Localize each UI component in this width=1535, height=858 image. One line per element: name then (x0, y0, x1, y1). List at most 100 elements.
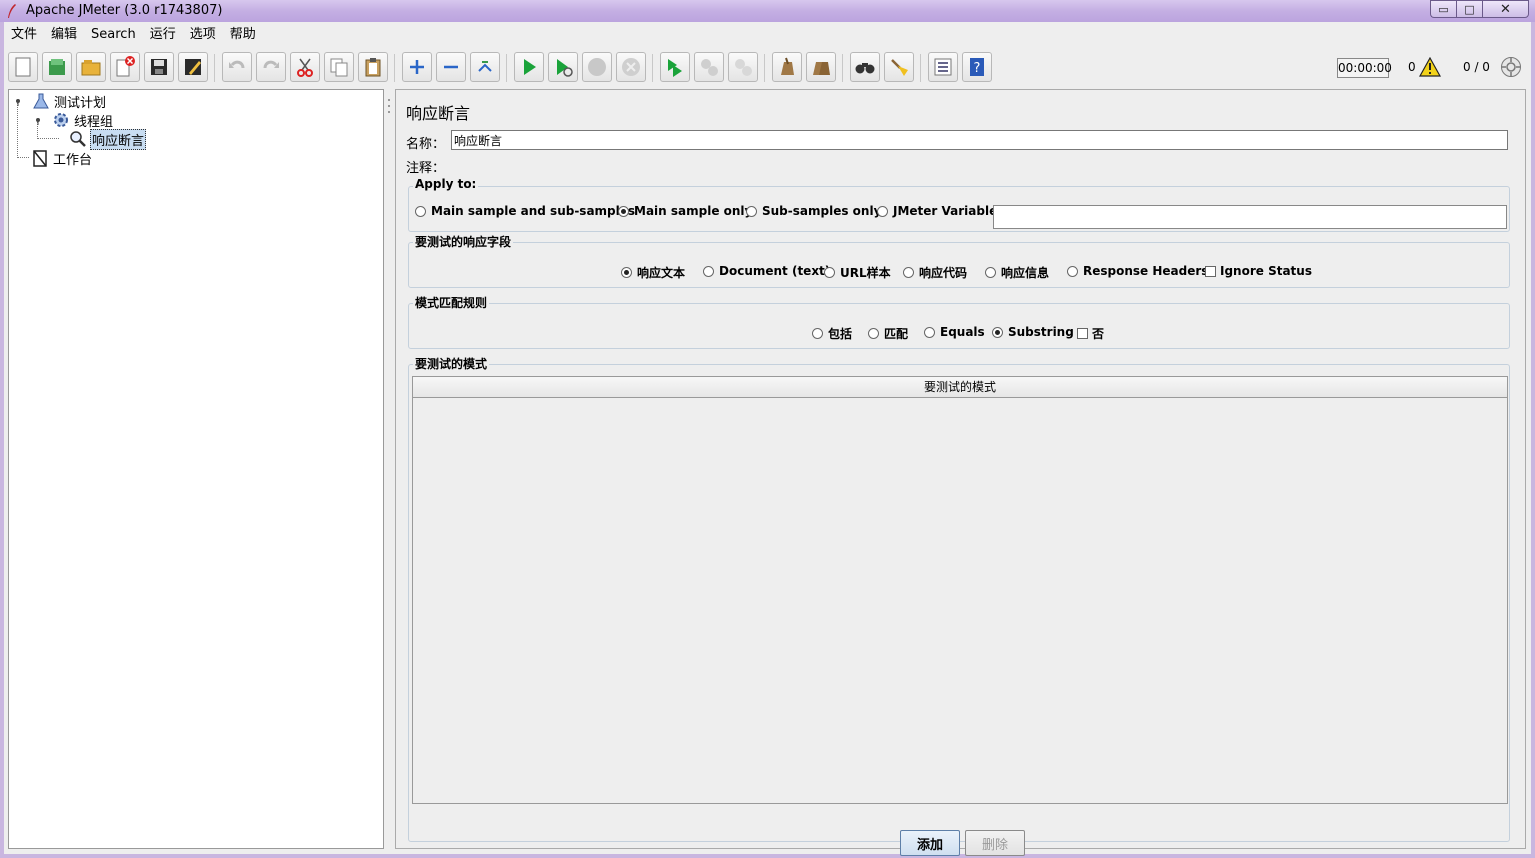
save-as-icon (185, 59, 201, 75)
tree-node-response-assertion[interactable]: 响应断言 (69, 128, 147, 150)
remote-start-icon (668, 59, 682, 77)
radio-label: Substring (1008, 325, 1074, 339)
checkbox-indicator (1077, 328, 1088, 339)
field-response-headers-radio[interactable]: Response Headers (1067, 264, 1208, 278)
menu-run[interactable]: 运行 (143, 24, 183, 46)
name-field[interactable]: 响应断言 (451, 130, 1508, 150)
splitter-grip (388, 105, 390, 107)
expand-all-button[interactable] (402, 52, 432, 82)
help-button[interactable]: ? (962, 52, 992, 82)
jmeter-variable-input[interactable] (993, 205, 1507, 229)
radio-label: Response Headers (1083, 264, 1209, 278)
tree-node-workbench[interactable]: 工作台 (31, 149, 93, 168)
radio-label: URL样本 (840, 266, 891, 280)
rule-not-checkbox[interactable]: 否 (1077, 325, 1104, 342)
search-button[interactable] (850, 52, 880, 82)
toggle-button[interactable] (470, 52, 500, 82)
start-button[interactable] (514, 52, 544, 82)
patterns-title: 要测试的模式 (413, 355, 490, 372)
function-helper-button[interactable] (928, 52, 958, 82)
test-plan-tree: 测试计划 线程组 响应断言 工作台 (8, 89, 384, 849)
radio-label: Main sample and sub-samples (431, 204, 636, 218)
undo-button[interactable] (222, 52, 252, 82)
menu-file[interactable]: 文件 (4, 24, 44, 46)
rule-matches-radio[interactable]: 匹配 (868, 325, 908, 342)
field-document-radio[interactable]: Document (text) (703, 264, 830, 278)
radio-indicator (415, 205, 426, 217)
copy-button[interactable] (324, 52, 354, 82)
delete-pattern-button[interactable]: 删除 (965, 830, 1025, 856)
start-no-pause-button[interactable] (548, 52, 578, 82)
splitter-grip (388, 99, 390, 101)
menu-edit[interactable]: 编辑 (44, 24, 84, 46)
rule-substring-radio[interactable]: Substring (992, 325, 1074, 339)
apply-sub-only-radio[interactable]: Sub-samples only (746, 204, 881, 218)
reset-search-button[interactable] (884, 52, 914, 82)
comment-label: 注释： (406, 161, 446, 176)
paste-button[interactable] (358, 52, 388, 82)
apply-jmeter-variable-radio[interactable]: JMeter Variable (877, 204, 997, 218)
splitter-grip (388, 111, 390, 113)
templates-button[interactable] (42, 52, 72, 82)
radio-label: Document (text) (719, 264, 831, 278)
templates-icon (49, 59, 65, 75)
toolbar: ? 00:00:00 0 0 / 0 (4, 50, 1531, 86)
rule-equals-radio[interactable]: Equals (924, 325, 985, 339)
apply-main-and-sub-radio[interactable]: Main sample and sub-samples (415, 204, 635, 218)
tree-toggle-icon[interactable] (13, 96, 23, 106)
radio-indicator (992, 326, 1003, 338)
window-titlebar: Apache JMeter (3.0 r1743807) ▭ □ ✕ (0, 0, 1535, 22)
close-window-button[interactable]: ✕ (1482, 0, 1529, 18)
collapse-all-button[interactable] (436, 52, 466, 82)
error-count: 0 (1408, 60, 1416, 74)
maximize-button[interactable]: □ (1456, 0, 1482, 18)
save-icon (151, 59, 167, 75)
radio-indicator (1067, 265, 1078, 277)
ignore-status-checkbox[interactable]: Ignore Status (1205, 264, 1312, 278)
tree-node-thread-group[interactable]: 线程组 (33, 111, 114, 130)
comment-field[interactable] (451, 154, 1508, 174)
radio-label: Main sample only (634, 204, 753, 218)
apply-main-only-radio[interactable]: Main sample only (618, 204, 752, 218)
shutdown-button[interactable] (616, 52, 646, 82)
window-title: Apache JMeter (3.0 r1743807) (26, 3, 223, 18)
pane-splitter[interactable] (386, 89, 394, 849)
thread-group-icon (54, 113, 68, 127)
clear-all-button[interactable] (806, 52, 836, 82)
add-pattern-button[interactable]: 添加 (900, 830, 960, 856)
clear-button[interactable] (772, 52, 802, 82)
patterns-column-header[interactable]: 要测试的模式 (413, 377, 1507, 398)
remote-stop-button[interactable] (694, 52, 724, 82)
stop-button[interactable] (582, 52, 612, 82)
tree-toggle-icon[interactable] (33, 115, 43, 125)
field-response-text-radio[interactable]: 响应文本 (621, 264, 685, 281)
open-button[interactable] (76, 52, 106, 82)
cut-button[interactable] (290, 52, 320, 82)
field-response-code-radio[interactable]: 响应代码 (903, 264, 967, 281)
patterns-table[interactable]: 要测试的模式 (412, 376, 1508, 804)
menu-search[interactable]: Search (84, 24, 143, 46)
close-button[interactable] (110, 52, 140, 82)
toolbar-separator (920, 54, 921, 82)
menu-options[interactable]: 选项 (183, 24, 223, 46)
save-button[interactable] (144, 52, 174, 82)
field-response-message-radio[interactable]: 响应信息 (985, 264, 1049, 281)
minimize-button[interactable]: ▭ (1430, 0, 1456, 18)
remote-status-icon (1501, 57, 1521, 77)
radio-indicator (903, 267, 914, 278)
new-button[interactable] (8, 52, 38, 82)
tree-node-test-plan[interactable]: 测试计划 (13, 92, 107, 111)
menu-help[interactable]: 帮助 (223, 24, 263, 46)
redo-button[interactable] (256, 52, 286, 82)
save-as-button[interactable] (178, 52, 208, 82)
response-field-title: 要测试的响应字段 (413, 233, 514, 250)
remote-start-button[interactable] (660, 52, 690, 82)
reset-search-icon (891, 59, 908, 76)
field-url-sample-radio[interactable]: URL样本 (824, 264, 891, 281)
warning-icon[interactable] (1419, 57, 1441, 77)
rule-contains-radio[interactable]: 包括 (812, 325, 852, 342)
svg-text:?: ? (974, 61, 981, 76)
search-icon (855, 63, 875, 74)
jmeter-feather-icon (8, 4, 16, 18)
remote-shutdown-button[interactable] (728, 52, 758, 82)
